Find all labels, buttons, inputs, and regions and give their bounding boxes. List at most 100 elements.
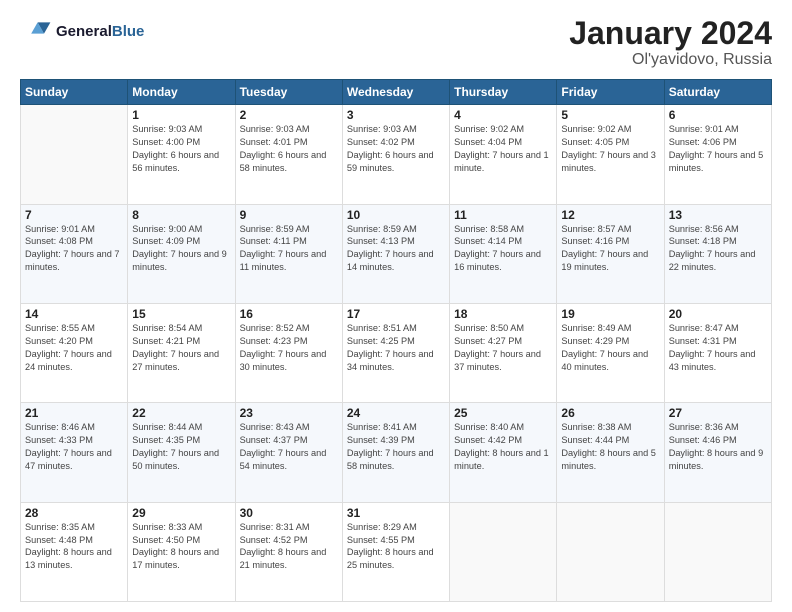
- day-number: 8: [132, 208, 230, 222]
- calendar-cell: 1Sunrise: 9:03 AM Sunset: 4:00 PM Daylig…: [128, 105, 235, 204]
- page-header: GeneralBlue January 2024 Ol'yavidovo, Ru…: [20, 16, 772, 69]
- day-info: Sunrise: 9:02 AM Sunset: 4:05 PM Dayligh…: [561, 123, 659, 175]
- day-number: 27: [669, 406, 767, 420]
- day-info: Sunrise: 8:49 AM Sunset: 4:29 PM Dayligh…: [561, 322, 659, 374]
- day-number: 30: [240, 506, 338, 520]
- day-number: 13: [669, 208, 767, 222]
- calendar-week-1: 1Sunrise: 9:03 AM Sunset: 4:00 PM Daylig…: [21, 105, 772, 204]
- day-number: 11: [454, 208, 552, 222]
- calendar-cell: 3Sunrise: 9:03 AM Sunset: 4:02 PM Daylig…: [342, 105, 449, 204]
- calendar-cell: 20Sunrise: 8:47 AM Sunset: 4:31 PM Dayli…: [664, 303, 771, 402]
- day-info: Sunrise: 8:51 AM Sunset: 4:25 PM Dayligh…: [347, 322, 445, 374]
- calendar-cell: 15Sunrise: 8:54 AM Sunset: 4:21 PM Dayli…: [128, 303, 235, 402]
- calendar-week-2: 7Sunrise: 9:01 AM Sunset: 4:08 PM Daylig…: [21, 204, 772, 303]
- col-saturday: Saturday: [664, 80, 771, 105]
- calendar-week-5: 28Sunrise: 8:35 AM Sunset: 4:48 PM Dayli…: [21, 502, 772, 601]
- day-info: Sunrise: 9:03 AM Sunset: 4:01 PM Dayligh…: [240, 123, 338, 175]
- day-info: Sunrise: 9:03 AM Sunset: 4:00 PM Dayligh…: [132, 123, 230, 175]
- day-number: 21: [25, 406, 123, 420]
- day-number: 3: [347, 108, 445, 122]
- day-info: Sunrise: 9:01 AM Sunset: 4:08 PM Dayligh…: [25, 223, 123, 275]
- day-info: Sunrise: 9:02 AM Sunset: 4:04 PM Dayligh…: [454, 123, 552, 175]
- day-number: 6: [669, 108, 767, 122]
- day-number: 9: [240, 208, 338, 222]
- calendar-cell: 4Sunrise: 9:02 AM Sunset: 4:04 PM Daylig…: [450, 105, 557, 204]
- calendar-cell: [21, 105, 128, 204]
- calendar-cell: 31Sunrise: 8:29 AM Sunset: 4:55 PM Dayli…: [342, 502, 449, 601]
- month-title: January 2024: [569, 16, 772, 51]
- day-info: Sunrise: 8:29 AM Sunset: 4:55 PM Dayligh…: [347, 521, 445, 573]
- calendar-cell: 24Sunrise: 8:41 AM Sunset: 4:39 PM Dayli…: [342, 403, 449, 502]
- day-number: 26: [561, 406, 659, 420]
- day-number: 14: [25, 307, 123, 321]
- day-number: 20: [669, 307, 767, 321]
- day-info: Sunrise: 8:33 AM Sunset: 4:50 PM Dayligh…: [132, 521, 230, 573]
- day-info: Sunrise: 8:52 AM Sunset: 4:23 PM Dayligh…: [240, 322, 338, 374]
- logo-line2: Blue: [112, 23, 145, 40]
- calendar-cell: 5Sunrise: 9:02 AM Sunset: 4:05 PM Daylig…: [557, 105, 664, 204]
- calendar-cell: 23Sunrise: 8:43 AM Sunset: 4:37 PM Dayli…: [235, 403, 342, 502]
- day-info: Sunrise: 8:55 AM Sunset: 4:20 PM Dayligh…: [25, 322, 123, 374]
- calendar-cell: 26Sunrise: 8:38 AM Sunset: 4:44 PM Dayli…: [557, 403, 664, 502]
- logo: GeneralBlue: [20, 16, 144, 48]
- day-info: Sunrise: 8:35 AM Sunset: 4:48 PM Dayligh…: [25, 521, 123, 573]
- day-info: Sunrise: 8:38 AM Sunset: 4:44 PM Dayligh…: [561, 421, 659, 473]
- day-number: 17: [347, 307, 445, 321]
- calendar-cell: 8Sunrise: 9:00 AM Sunset: 4:09 PM Daylig…: [128, 204, 235, 303]
- logo-icon: [20, 16, 52, 48]
- day-number: 19: [561, 307, 659, 321]
- calendar-cell: 29Sunrise: 8:33 AM Sunset: 4:50 PM Dayli…: [128, 502, 235, 601]
- calendar-cell: 25Sunrise: 8:40 AM Sunset: 4:42 PM Dayli…: [450, 403, 557, 502]
- calendar-page: GeneralBlue January 2024 Ol'yavidovo, Ru…: [0, 0, 792, 612]
- day-number: 16: [240, 307, 338, 321]
- day-info: Sunrise: 8:46 AM Sunset: 4:33 PM Dayligh…: [25, 421, 123, 473]
- calendar-cell: [557, 502, 664, 601]
- day-info: Sunrise: 8:36 AM Sunset: 4:46 PM Dayligh…: [669, 421, 767, 473]
- col-thursday: Thursday: [450, 80, 557, 105]
- calendar-cell: 10Sunrise: 8:59 AM Sunset: 4:13 PM Dayli…: [342, 204, 449, 303]
- col-friday: Friday: [557, 80, 664, 105]
- day-info: Sunrise: 8:59 AM Sunset: 4:13 PM Dayligh…: [347, 223, 445, 275]
- calendar-week-4: 21Sunrise: 8:46 AM Sunset: 4:33 PM Dayli…: [21, 403, 772, 502]
- calendar-cell: 21Sunrise: 8:46 AM Sunset: 4:33 PM Dayli…: [21, 403, 128, 502]
- day-info: Sunrise: 9:01 AM Sunset: 4:06 PM Dayligh…: [669, 123, 767, 175]
- day-number: 22: [132, 406, 230, 420]
- day-info: Sunrise: 8:44 AM Sunset: 4:35 PM Dayligh…: [132, 421, 230, 473]
- day-info: Sunrise: 9:00 AM Sunset: 4:09 PM Dayligh…: [132, 223, 230, 275]
- day-number: 23: [240, 406, 338, 420]
- day-info: Sunrise: 8:57 AM Sunset: 4:16 PM Dayligh…: [561, 223, 659, 275]
- day-number: 29: [132, 506, 230, 520]
- calendar-cell: 30Sunrise: 8:31 AM Sunset: 4:52 PM Dayli…: [235, 502, 342, 601]
- calendar-cell: 27Sunrise: 8:36 AM Sunset: 4:46 PM Dayli…: [664, 403, 771, 502]
- logo-line1: General: [56, 23, 112, 40]
- day-info: Sunrise: 8:41 AM Sunset: 4:39 PM Dayligh…: [347, 421, 445, 473]
- day-info: Sunrise: 8:43 AM Sunset: 4:37 PM Dayligh…: [240, 421, 338, 473]
- col-monday: Monday: [128, 80, 235, 105]
- day-number: 24: [347, 406, 445, 420]
- day-number: 4: [454, 108, 552, 122]
- calendar-header-row: Sunday Monday Tuesday Wednesday Thursday…: [21, 80, 772, 105]
- calendar-cell: 28Sunrise: 8:35 AM Sunset: 4:48 PM Dayli…: [21, 502, 128, 601]
- day-number: 31: [347, 506, 445, 520]
- col-sunday: Sunday: [21, 80, 128, 105]
- day-info: Sunrise: 8:31 AM Sunset: 4:52 PM Dayligh…: [240, 521, 338, 573]
- calendar-cell: 22Sunrise: 8:44 AM Sunset: 4:35 PM Dayli…: [128, 403, 235, 502]
- calendar-cell: 14Sunrise: 8:55 AM Sunset: 4:20 PM Dayli…: [21, 303, 128, 402]
- calendar-cell: 9Sunrise: 8:59 AM Sunset: 4:11 PM Daylig…: [235, 204, 342, 303]
- calendar-table: Sunday Monday Tuesday Wednesday Thursday…: [20, 79, 772, 602]
- calendar-cell: 7Sunrise: 9:01 AM Sunset: 4:08 PM Daylig…: [21, 204, 128, 303]
- logo-text: GeneralBlue: [56, 23, 144, 41]
- calendar-cell: [450, 502, 557, 601]
- calendar-cell: [664, 502, 771, 601]
- calendar-cell: 13Sunrise: 8:56 AM Sunset: 4:18 PM Dayli…: [664, 204, 771, 303]
- calendar-cell: 19Sunrise: 8:49 AM Sunset: 4:29 PM Dayli…: [557, 303, 664, 402]
- calendar-cell: 17Sunrise: 8:51 AM Sunset: 4:25 PM Dayli…: [342, 303, 449, 402]
- day-number: 18: [454, 307, 552, 321]
- day-info: Sunrise: 8:47 AM Sunset: 4:31 PM Dayligh…: [669, 322, 767, 374]
- day-info: Sunrise: 8:59 AM Sunset: 4:11 PM Dayligh…: [240, 223, 338, 275]
- day-number: 1: [132, 108, 230, 122]
- col-tuesday: Tuesday: [235, 80, 342, 105]
- day-info: Sunrise: 8:54 AM Sunset: 4:21 PM Dayligh…: [132, 322, 230, 374]
- day-number: 5: [561, 108, 659, 122]
- calendar-cell: 18Sunrise: 8:50 AM Sunset: 4:27 PM Dayli…: [450, 303, 557, 402]
